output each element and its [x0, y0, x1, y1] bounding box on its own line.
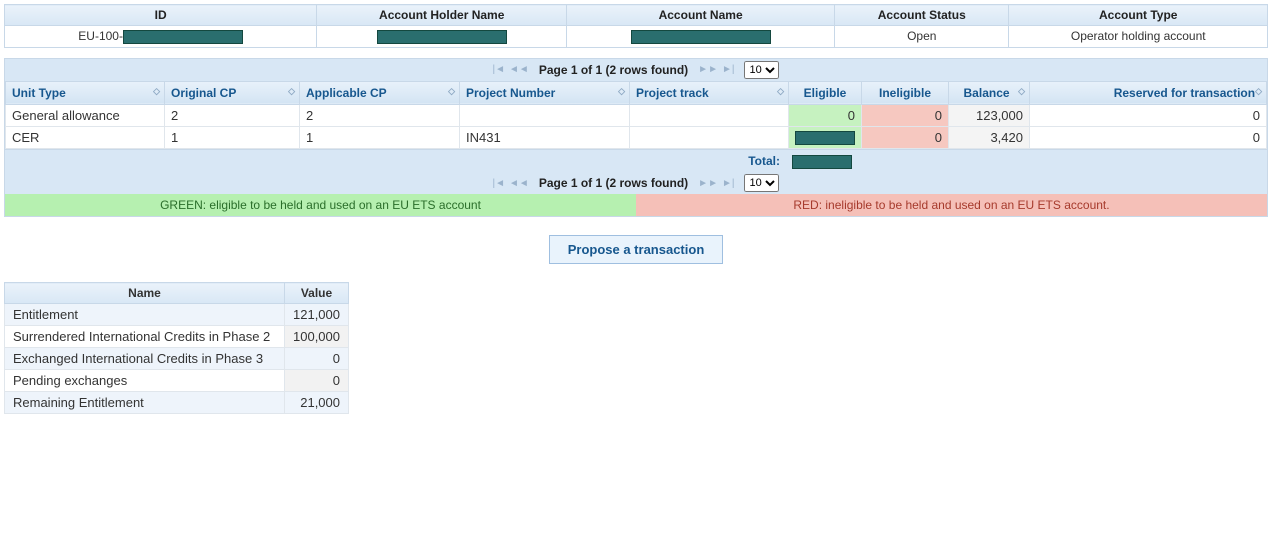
- e-value: 121,000: [285, 304, 349, 326]
- propose-transaction-button[interactable]: Propose a transaction: [549, 235, 724, 264]
- prev-page-icon[interactable]: ◄◄: [509, 178, 529, 189]
- entitle-row: Entitlement 121,000: [5, 304, 349, 326]
- e-value: 0: [285, 348, 349, 370]
- e-name: Remaining Entitlement: [5, 392, 285, 414]
- next-page-icon[interactable]: ►►: [698, 178, 718, 189]
- cell-eligible: 0: [789, 104, 862, 126]
- e-name: Pending exchanges: [5, 370, 285, 392]
- val-id: EU-100-: [5, 26, 317, 48]
- col-type: Account Type: [1009, 5, 1268, 26]
- cell-applicable-cp: 2: [300, 104, 460, 126]
- hcol-ineligible[interactable]: Ineligible: [862, 81, 949, 104]
- pager-text-top: Page 1 of 1 (2 rows found): [539, 63, 688, 77]
- sort-icon: ◇: [1255, 86, 1260, 97]
- next-page-icon[interactable]: ►►: [698, 64, 718, 75]
- prev-page-icon[interactable]: ◄◄: [509, 64, 529, 75]
- ecol-value: Value: [285, 283, 349, 304]
- e-name: Entitlement: [5, 304, 285, 326]
- hcol-eligible[interactable]: Eligible: [789, 81, 862, 104]
- cell-original-cp: 1: [165, 126, 300, 149]
- legend-red: RED: ineligible to be held and used on a…: [636, 194, 1267, 216]
- cell-eligible: [789, 126, 862, 149]
- entitle-row: Surrendered International Credits in Pha…: [5, 326, 349, 348]
- total-row: Total:: [5, 149, 1267, 172]
- cell-unit-type: General allowance: [6, 104, 165, 126]
- hcol-balance[interactable]: Balance◇: [949, 81, 1030, 104]
- table-row: General allowance 2 2 0 0 123,000 0: [6, 104, 1267, 126]
- total-redacted: [792, 155, 852, 169]
- cell-applicable-cp: 1: [300, 126, 460, 149]
- ecol-name: Name: [5, 283, 285, 304]
- val-holder: [317, 26, 567, 48]
- sort-icon: ◇: [288, 86, 293, 97]
- holdings-table: Unit Type◇ Original CP◇ Applicable CP◇ P…: [5, 81, 1267, 150]
- cell-project-number: IN431: [460, 126, 630, 149]
- cell-balance: 123,000: [949, 104, 1030, 126]
- entitle-row: Exchanged International Credits in Phase…: [5, 348, 349, 370]
- e-value: 21,000: [285, 392, 349, 414]
- hcol-project-number[interactable]: Project Number◇: [460, 81, 630, 104]
- eligible-redacted: [795, 131, 855, 145]
- val-type: Operator holding account: [1009, 26, 1268, 48]
- hcol-unit-type[interactable]: Unit Type◇: [6, 81, 165, 104]
- legend-green: GREEN: eligible to be held and used on a…: [5, 194, 636, 216]
- page-size-select-bottom[interactable]: 10: [744, 174, 779, 192]
- cell-ineligible: 0: [862, 104, 949, 126]
- cell-project-track: [630, 126, 789, 149]
- pager-top: |◄ ◄◄ Page 1 of 1 (2 rows found) ►► ►| 1…: [5, 59, 1267, 81]
- hcol-original-cp[interactable]: Original CP◇: [165, 81, 300, 104]
- entitlement-table: Name Value Entitlement 121,000 Surrender…: [4, 282, 349, 414]
- val-account-name: [567, 26, 835, 48]
- sort-icon: ◇: [448, 86, 453, 97]
- hcol-project-track[interactable]: Project track◇: [630, 81, 789, 104]
- hcol-reserved[interactable]: Reserved for transaction◇: [1030, 81, 1267, 104]
- legend: GREEN: eligible to be held and used on a…: [5, 194, 1267, 216]
- first-page-icon[interactable]: |◄: [493, 64, 506, 75]
- pager-bottom: |◄ ◄◄ Page 1 of 1 (2 rows found) ►► ►| 1…: [5, 172, 1267, 194]
- e-name: Surrendered International Credits in Pha…: [5, 326, 285, 348]
- holder-redacted: [377, 30, 507, 44]
- holdings-section: |◄ ◄◄ Page 1 of 1 (2 rows found) ►► ►| 1…: [4, 58, 1268, 218]
- sort-icon: ◇: [153, 86, 158, 97]
- cell-balance: 3,420: [949, 126, 1030, 149]
- cell-reserved: 0: [1030, 126, 1267, 149]
- name-redacted: [631, 30, 771, 44]
- val-status: Open: [835, 26, 1009, 48]
- e-value: 100,000: [285, 326, 349, 348]
- id-redacted: [123, 30, 243, 44]
- cell-unit-type: CER: [6, 126, 165, 149]
- col-account-name: Account Name: [567, 5, 835, 26]
- col-status: Account Status: [835, 5, 1009, 26]
- entitle-row: Pending exchanges 0: [5, 370, 349, 392]
- e-name: Exchanged International Credits in Phase…: [5, 348, 285, 370]
- cell-original-cp: 2: [165, 104, 300, 126]
- entitle-row: Remaining Entitlement 21,000: [5, 392, 349, 414]
- sort-icon: ◇: [777, 86, 782, 97]
- sort-icon: ◇: [1018, 86, 1023, 97]
- last-page-icon[interactable]: ►|: [722, 64, 735, 75]
- id-prefix: EU-100-: [78, 29, 123, 43]
- pager-text-bottom: Page 1 of 1 (2 rows found): [539, 176, 688, 190]
- col-id: ID: [5, 5, 317, 26]
- cell-reserved: 0: [1030, 104, 1267, 126]
- cell-ineligible: 0: [862, 126, 949, 149]
- hcol-applicable-cp[interactable]: Applicable CP◇: [300, 81, 460, 104]
- page-size-select-top[interactable]: 10: [744, 61, 779, 79]
- cell-project-track: [630, 104, 789, 126]
- table-row: CER 1 1 IN431 0 3,420 0: [6, 126, 1267, 149]
- total-label: Total:: [5, 150, 788, 172]
- last-page-icon[interactable]: ►|: [722, 178, 735, 189]
- cell-project-number: [460, 104, 630, 126]
- account-header-table: ID Account Holder Name Account Name Acco…: [4, 4, 1268, 48]
- col-holder: Account Holder Name: [317, 5, 567, 26]
- first-page-icon[interactable]: |◄: [493, 178, 506, 189]
- e-value: 0: [285, 370, 349, 392]
- sort-icon: ◇: [618, 86, 623, 97]
